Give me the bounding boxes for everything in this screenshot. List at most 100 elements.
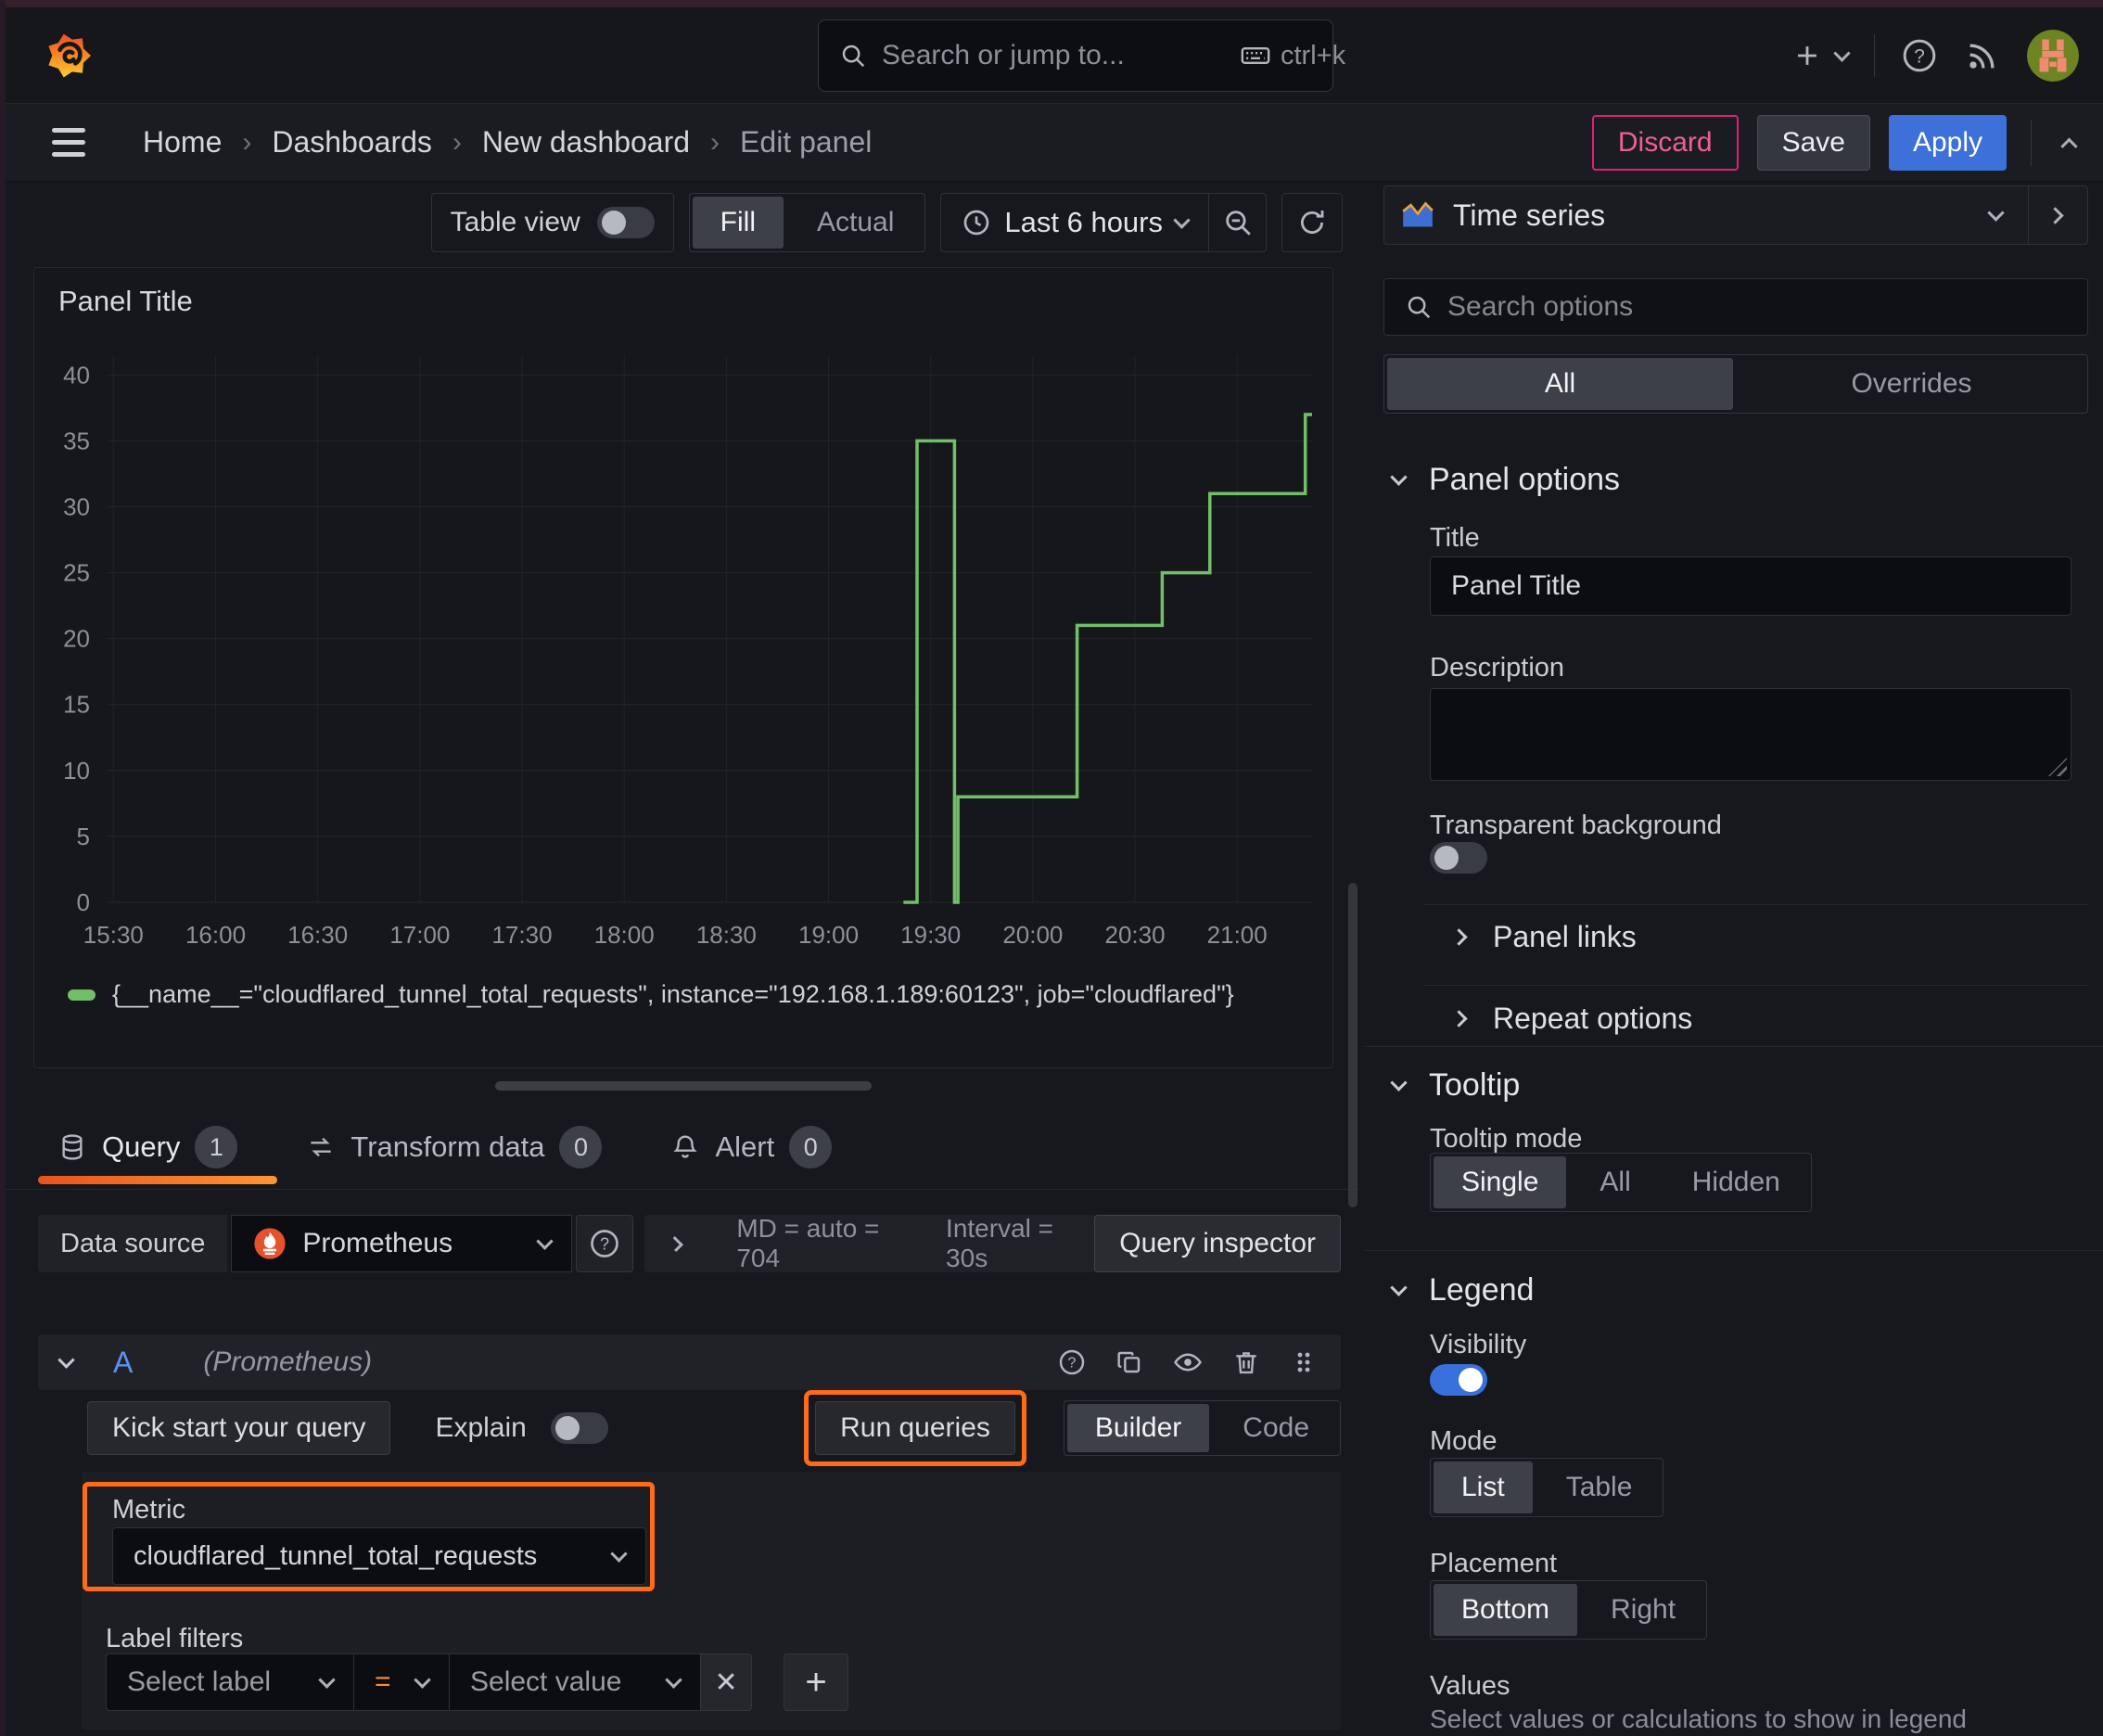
table-view-toggle[interactable]	[596, 207, 655, 238]
breadcrumb-dashboards[interactable]: Dashboards	[272, 125, 432, 160]
tab-query[interactable]: Query 1	[57, 1126, 238, 1168]
query-inspector-button[interactable]: Query inspector	[1094, 1215, 1341, 1272]
section-legend[interactable]: Legend	[1390, 1272, 1535, 1308]
vertical-scrollbar[interactable]	[1348, 883, 1357, 1207]
series-line	[903, 413, 1312, 904]
refresh-button[interactable]	[1281, 193, 1343, 252]
menu-toggle-button[interactable]	[52, 128, 85, 157]
values-label: Values	[1430, 1671, 1510, 1701]
metric-select[interactable]: cloudflared_tunnel_total_requests	[112, 1527, 646, 1585]
builder-code-segment: Builder Code	[1063, 1400, 1341, 1456]
tooltip-mode-all[interactable]: All	[1572, 1156, 1658, 1208]
chevron-down-icon	[1390, 1074, 1408, 1091]
panel-title: Panel Title	[58, 285, 193, 317]
transform-count-badge: 0	[559, 1126, 603, 1168]
drag-grip-icon[interactable]	[1289, 1347, 1319, 1377]
legend-visibility-toggle[interactable]	[1430, 1364, 1487, 1396]
legend-mode-list[interactable]: List	[1434, 1462, 1533, 1513]
datasource-select[interactable]: Prometheus	[231, 1215, 573, 1272]
chevron-down-icon	[1390, 1279, 1408, 1296]
breadcrumb-home[interactable]: Home	[143, 125, 222, 160]
panel-links-section[interactable]: Panel links	[1450, 920, 1637, 954]
code-option[interactable]: Code	[1215, 1404, 1337, 1452]
fill-option[interactable]: Fill	[692, 197, 784, 249]
tooltip-mode-single[interactable]: Single	[1434, 1156, 1567, 1208]
eye-icon[interactable]	[1172, 1347, 1204, 1378]
transparent-background-toggle[interactable]	[1430, 842, 1487, 874]
x-tick-label: 19:30	[900, 921, 961, 949]
global-search-box[interactable]: ctrl+k	[818, 19, 1345, 92]
panel-resize-handle[interactable]	[495, 1081, 872, 1091]
repeat-options-label: Repeat options	[1493, 1002, 1693, 1035]
collapse-options-button[interactable]	[2028, 186, 2087, 244]
time-series-chart[interactable]: 15:30 16:00 16:30 17:00 17:30 18:00 18:30 19:00…	[45, 329, 1327, 978]
grafana-logo-icon[interactable]	[46, 33, 91, 78]
tab-alert[interactable]: Alert 0	[670, 1126, 833, 1168]
svg-text:?: ?	[1914, 46, 1925, 68]
section-panel-options[interactable]: Panel options	[1390, 462, 1620, 498]
time-series-icon	[1399, 197, 1436, 234]
save-button[interactable]: Save	[1756, 114, 1870, 171]
actual-option[interactable]: Actual	[789, 197, 922, 249]
help-icon[interactable]: ?	[1901, 37, 1938, 74]
collapse-header-icon[interactable]	[2060, 137, 2078, 155]
news-rss-icon[interactable]	[1964, 37, 2001, 74]
breadcrumb-separator: ›	[242, 126, 252, 158]
select-label-placeholder: Select label	[127, 1666, 272, 1697]
options-search-input[interactable]	[1447, 291, 2067, 323]
remove-filter-button[interactable]: ✕	[700, 1653, 752, 1711]
x-tick-label: 15:30	[83, 921, 144, 949]
duplicate-icon[interactable]	[1115, 1347, 1144, 1377]
avatar[interactable]	[2027, 30, 2079, 82]
section-tooltip[interactable]: Tooltip	[1390, 1067, 1520, 1104]
table-view-label: Table view	[450, 207, 580, 237]
datasource-help-button[interactable]: ?	[576, 1215, 634, 1272]
panel-title-input[interactable]	[1451, 570, 2050, 602]
query-row-header[interactable]: A (Prometheus) ?	[38, 1334, 1341, 1390]
visualization-name: Time series	[1453, 198, 1606, 232]
discard-button[interactable]: Discard	[1591, 114, 1739, 171]
breadcrumb-new-dashboard[interactable]: New dashboard	[482, 125, 690, 160]
chevron-down-icon	[665, 1670, 682, 1689]
panel-title-field[interactable]	[1430, 556, 2071, 616]
tab-all[interactable]: All	[1387, 358, 1733, 410]
time-range-picker[interactable]: Last 6 hours	[941, 194, 1208, 251]
description-textarea[interactable]	[1430, 688, 2071, 781]
panel-links-label: Panel links	[1493, 920, 1637, 953]
builder-option[interactable]: Builder	[1066, 1404, 1210, 1452]
placement-bottom[interactable]: Bottom	[1434, 1584, 1578, 1636]
legend-mode-table[interactable]: Table	[1538, 1462, 1661, 1513]
tab-transform[interactable]: Transform data 0	[306, 1126, 603, 1168]
apply-button[interactable]: Apply	[1888, 114, 2007, 171]
query-options-strip[interactable]: MD = auto = 704 Interval = 30s	[644, 1214, 1097, 1272]
select-label-dropdown[interactable]: Select label	[106, 1653, 354, 1711]
legend-series-label[interactable]: {__name__="cloudflared_tunnel_total_requ…	[112, 980, 1234, 1009]
global-search-input[interactable]	[882, 40, 1240, 71]
tooltip-mode-hidden[interactable]: Hidden	[1664, 1156, 1808, 1208]
visualization-picker[interactable]: Time series	[1383, 185, 2088, 245]
help-circle-icon[interactable]: ?	[1057, 1347, 1087, 1377]
add-filter-button[interactable]: +	[784, 1653, 848, 1711]
placement-right[interactable]: Right	[1583, 1584, 1703, 1636]
y-tick-label: 20	[63, 625, 90, 653]
repeat-options-section[interactable]: Repeat options	[1450, 1002, 1693, 1036]
section-legend-label: Legend	[1429, 1272, 1535, 1308]
chevron-down-icon	[1987, 203, 2005, 222]
alert-count-badge: 0	[789, 1126, 833, 1168]
new-menu-button[interactable]	[1791, 40, 1851, 71]
trash-icon[interactable]	[1231, 1347, 1261, 1377]
collapse-query-icon[interactable]	[57, 1350, 75, 1369]
options-search-box[interactable]	[1383, 278, 2088, 336]
tab-overrides[interactable]: Overrides	[1739, 358, 2084, 410]
chart-legend[interactable]: {__name__="cloudflared_tunnel_total_requ…	[68, 980, 1234, 1009]
kick-start-button[interactable]: Kick start your query	[87, 1401, 391, 1455]
run-queries-button[interactable]: Run queries	[815, 1401, 1015, 1455]
explain-toggle[interactable]	[550, 1412, 608, 1444]
operator-dropdown[interactable]: =	[353, 1653, 450, 1711]
select-value-dropdown[interactable]: Select value	[449, 1653, 701, 1711]
actions-divider	[2031, 119, 2032, 166]
zoom-out-button[interactable]	[1208, 194, 1266, 251]
resize-handle-icon[interactable]	[2048, 758, 2067, 776]
query-buttons-row: Kick start your query Explain Run querie…	[87, 1390, 1341, 1466]
chart-panel[interactable]: Panel Title 15:30 16:00 16:30 17:00 17:30 18:…	[33, 267, 1333, 1068]
